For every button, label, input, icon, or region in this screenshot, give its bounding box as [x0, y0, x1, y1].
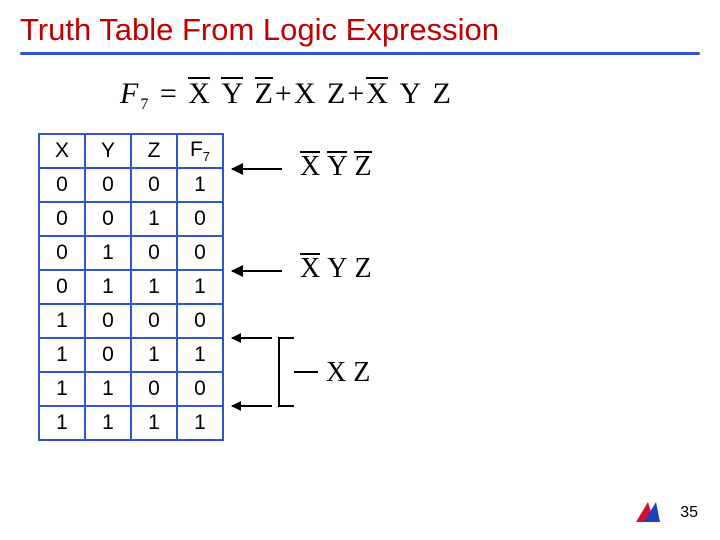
- table-row: 0010: [39, 202, 223, 236]
- table-row: 0111: [39, 270, 223, 304]
- annotation-x-z: X Z: [326, 357, 370, 389]
- annotation-xbar-y-z: X Y Z: [300, 253, 372, 285]
- term1-xbar: X: [188, 77, 210, 111]
- term3-y: Y: [399, 77, 421, 111]
- term3-z: Z: [433, 77, 451, 111]
- page-number: 35: [680, 504, 698, 522]
- term2-z: Z: [327, 77, 345, 111]
- table-header-row: X Y Z F7: [39, 134, 223, 168]
- slide-title: Truth Table From Logic Expression: [0, 0, 720, 52]
- arrow-icon: [232, 405, 272, 407]
- col-f7: F7: [177, 134, 223, 168]
- connector-line: [294, 371, 318, 373]
- annotation-xyz-bars: X Y Z: [300, 151, 372, 183]
- equals: =: [160, 77, 177, 111]
- boolean-expression: F7 = X Y Z + X Z + X Y Z: [0, 55, 720, 111]
- col-z: Z: [131, 134, 177, 168]
- table-row: 1100: [39, 372, 223, 406]
- col-y: Y: [85, 134, 131, 168]
- table-row: 1011: [39, 338, 223, 372]
- plus2: +: [347, 77, 364, 111]
- bracket-icon: [278, 337, 294, 407]
- arrow-icon: [232, 168, 282, 170]
- term2-x: X: [294, 77, 316, 111]
- truth-table: X Y Z F7 0001 0010 0100 0111 1000 1011 1…: [38, 133, 224, 441]
- table-row: 0001: [39, 168, 223, 202]
- col-x: X: [39, 134, 85, 168]
- table-row: 1111: [39, 406, 223, 440]
- term3-xbar: X: [366, 77, 388, 111]
- table-row: 0100: [39, 236, 223, 270]
- arrow-icon: [232, 270, 282, 272]
- arrow-icon: [232, 337, 272, 339]
- table-row: 1000: [39, 304, 223, 338]
- logo-icon: [634, 500, 662, 524]
- lhs-var: F: [120, 77, 138, 111]
- term1-zbar: Z: [255, 77, 273, 111]
- plus1: +: [275, 77, 292, 111]
- term1-ybar: Y: [221, 77, 243, 111]
